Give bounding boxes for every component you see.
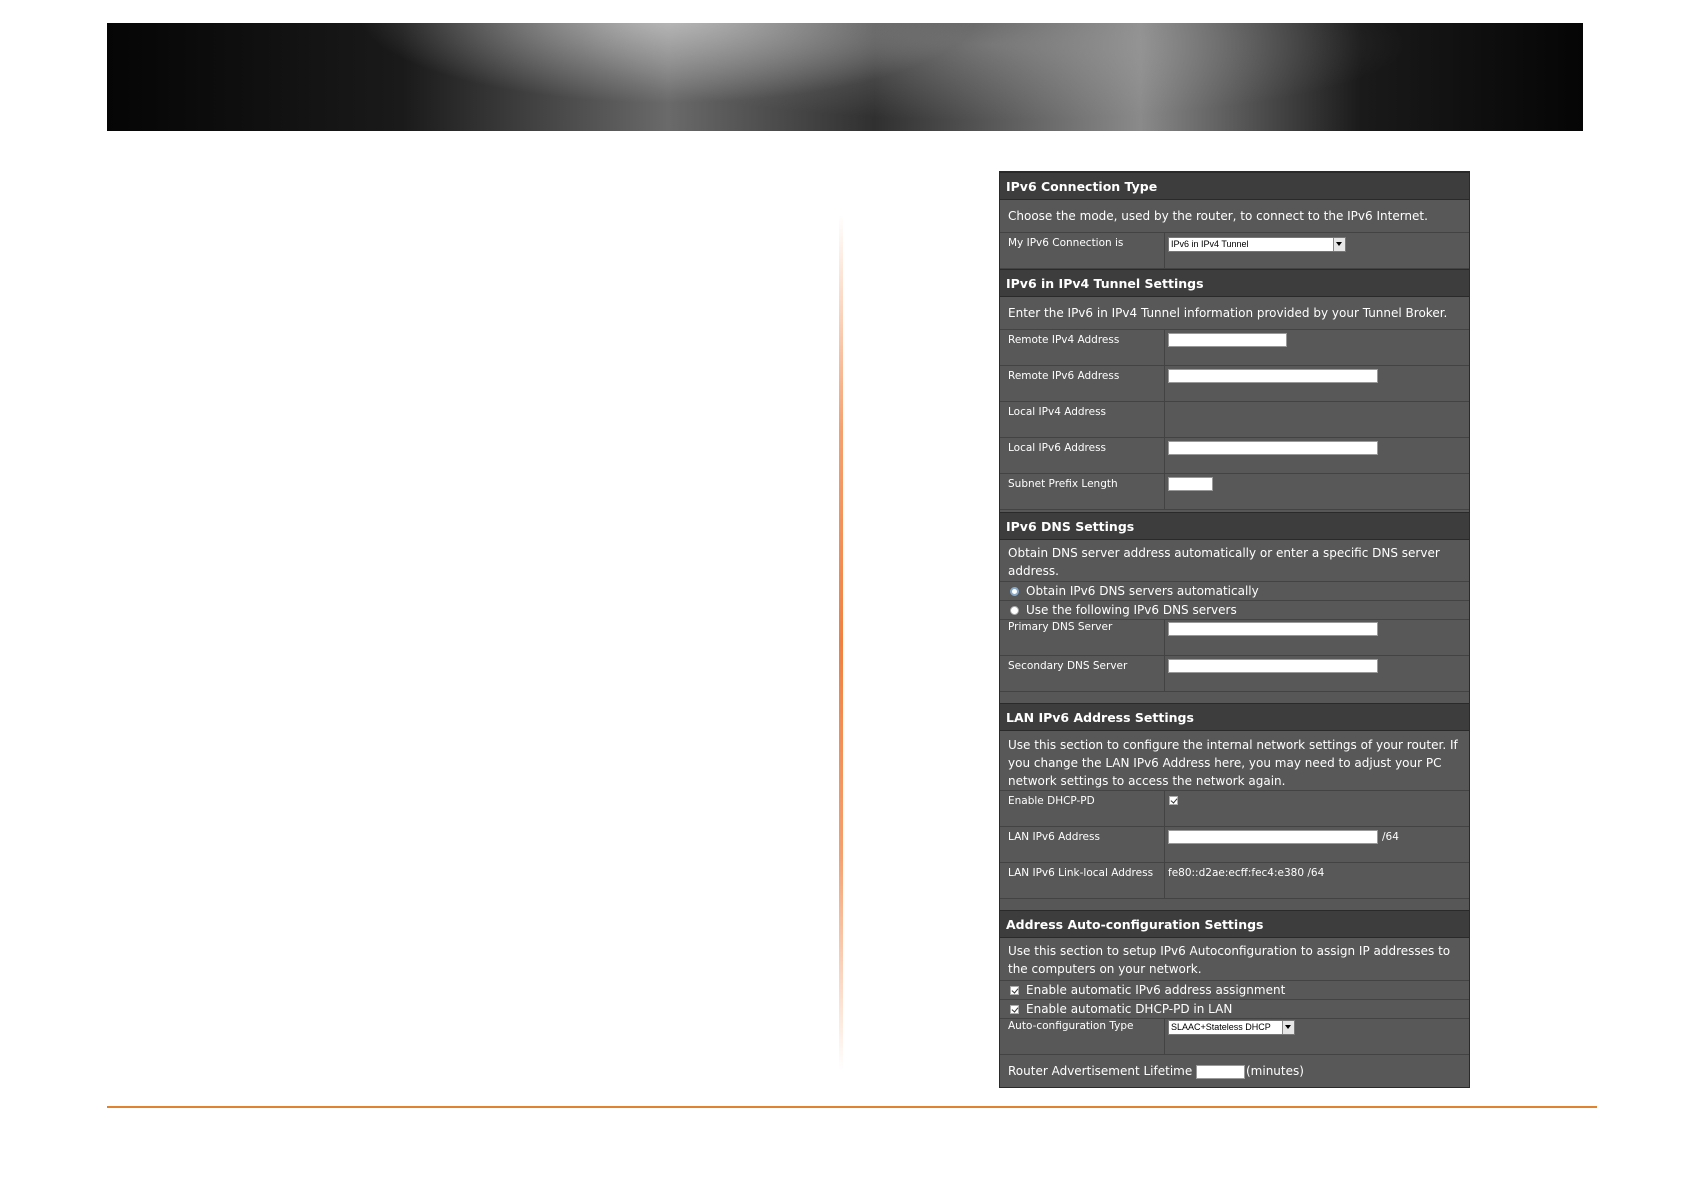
lan-description: Use this section to configure the intern… [1000, 731, 1469, 791]
manual-page: IPv6 Connection Type Choose the mode, us… [0, 0, 1684, 1190]
connection-type-label: My IPv6 Connection is [1008, 237, 1124, 249]
local-ipv6-label: Local IPv6 Address [1008, 442, 1107, 454]
connection-type-row: My IPv6 Connection is IPv6 in IPv4 Tunne… [1000, 233, 1469, 269]
dns-description-line1: Obtain DNS server address automatically … [1008, 546, 1440, 560]
section-title-lan: LAN IPv6 Address Settings [1000, 703, 1469, 731]
dhcp-pd-row: Enable DHCP-PD [1000, 791, 1469, 827]
lan-description-line3: network settings to access the network a… [1008, 774, 1286, 788]
dns-option-manual-label: Use the following IPv6 DNS servers [1026, 603, 1237, 617]
ra-lifetime-unit: (minutes) [1246, 1064, 1304, 1078]
link-local-row: LAN IPv6 Link-local Address fe80::d2ae:e… [1000, 863, 1469, 899]
connection-type-description: Choose the mode, used by the router, to … [1000, 200, 1469, 233]
auto-assign-checkbox[interactable] [1010, 986, 1019, 995]
remote-ipv6-input[interactable] [1168, 369, 1378, 383]
section-title-autoconfig: Address Auto-configuration Settings [1000, 910, 1469, 938]
auto-dhcp-pd-checkbox[interactable] [1010, 1005, 1019, 1014]
auto-dhcp-pd-label: Enable automatic DHCP-PD in LAN [1026, 1002, 1233, 1016]
local-ipv6-input[interactable] [1168, 441, 1378, 455]
secondary-dns-label: Secondary DNS Server [1008, 660, 1128, 672]
link-local-label: LAN IPv6 Link-local Address [1008, 867, 1154, 879]
lan-address-input[interactable] [1168, 830, 1378, 844]
ra-lifetime-row: Router Advertisement Lifetime (minutes) [1000, 1055, 1469, 1087]
subnet-prefix-label: Subnet Prefix Length [1008, 478, 1118, 490]
section-title-dns: IPv6 DNS Settings [1000, 512, 1469, 540]
link-local-value: fe80::d2ae:ecff:fec4:e380 /64 [1168, 867, 1325, 879]
vertical-divider [839, 215, 843, 1070]
lan-address-label: LAN IPv6 Address [1008, 831, 1100, 843]
ipv6-settings-panel: IPv6 Connection Type Choose the mode, us… [999, 171, 1470, 1088]
remote-ipv4-row: Remote IPv4 Address [1000, 330, 1469, 366]
chevron-down-icon[interactable] [1282, 1021, 1294, 1034]
autoconfig-type-label: Auto-configuration Type [1008, 1020, 1134, 1032]
remote-ipv6-row: Remote IPv6 Address [1000, 366, 1469, 402]
auto-assign-label: Enable automatic IPv6 address assignment [1026, 983, 1286, 997]
secondary-dns-row: Secondary DNS Server [1000, 656, 1469, 692]
autoconfig-type-select[interactable]: SLAAC+Stateless DHCP [1168, 1020, 1295, 1035]
local-ipv4-label: Local IPv4 Address [1008, 406, 1107, 418]
subnet-prefix-input[interactable] [1168, 477, 1213, 491]
primary-dns-row: Primary DNS Server [1000, 620, 1469, 656]
tunnel-description: Enter the IPv6 in IPv4 Tunnel informatio… [1000, 297, 1469, 330]
auto-assign-option[interactable]: Enable automatic IPv6 address assignment [1000, 981, 1469, 1000]
primary-dns-input[interactable] [1168, 622, 1378, 636]
dns-option-auto-label: Obtain IPv6 DNS servers automatically [1026, 584, 1259, 598]
secondary-dns-input[interactable] [1168, 659, 1378, 673]
primary-dns-label: Primary DNS Server [1008, 621, 1113, 633]
remote-ipv4-input[interactable] [1168, 333, 1287, 347]
autoconfig-type-selected: SLAAC+Stateless DHCP [1171, 1022, 1271, 1032]
radio-unselected-icon[interactable] [1010, 606, 1019, 615]
dns-description-line2: address. [1008, 564, 1059, 578]
connection-type-select[interactable]: IPv6 in IPv4 Tunnel [1168, 237, 1346, 252]
subnet-prefix-row: Subnet Prefix Length [1000, 474, 1469, 510]
connection-type-selected: IPv6 in IPv4 Tunnel [1171, 239, 1249, 249]
lan-address-suffix: /64 [1382, 831, 1399, 843]
dhcp-pd-checkbox[interactable] [1169, 796, 1178, 805]
autoconfig-description-line1: Use this section to setup IPv6 Autoconfi… [1008, 944, 1451, 958]
radio-selected-icon[interactable] [1010, 587, 1019, 596]
autoconfig-type-row: Auto-configuration Type SLAAC+Stateless … [1000, 1019, 1469, 1055]
dns-description: Obtain DNS server address automatically … [1000, 540, 1469, 582]
header-banner [107, 23, 1583, 131]
footer-line [107, 1106, 1597, 1108]
section-title-connection-type: IPv6 Connection Type [1000, 172, 1469, 200]
auto-dhcp-pd-option[interactable]: Enable automatic DHCP-PD in LAN [1000, 1000, 1469, 1019]
remote-ipv4-label: Remote IPv4 Address [1008, 334, 1120, 346]
section-title-tunnel: IPv6 in IPv4 Tunnel Settings [1000, 269, 1469, 297]
local-ipv4-row: Local IPv4 Address [1000, 402, 1469, 438]
dns-option-auto[interactable]: Obtain IPv6 DNS servers automatically [1000, 582, 1469, 601]
lan-address-row: LAN IPv6 Address /64 [1000, 827, 1469, 863]
ra-lifetime-label: Router Advertisement Lifetime [1008, 1064, 1193, 1078]
lan-description-line1: Use this section to configure the intern… [1008, 738, 1458, 752]
dhcp-pd-label: Enable DHCP-PD [1008, 795, 1095, 807]
ra-lifetime-input[interactable] [1196, 1065, 1245, 1079]
lan-description-line2: you change the LAN IPv6 Address here, yo… [1008, 756, 1442, 770]
remote-ipv6-label: Remote IPv6 Address [1008, 370, 1120, 382]
chevron-down-icon[interactable] [1333, 238, 1345, 251]
local-ipv6-row: Local IPv6 Address [1000, 438, 1469, 474]
dns-option-manual[interactable]: Use the following IPv6 DNS servers [1000, 601, 1469, 620]
autoconfig-description: Use this section to setup IPv6 Autoconfi… [1000, 938, 1469, 981]
autoconfig-description-line2: the computers on your network. [1008, 962, 1202, 976]
